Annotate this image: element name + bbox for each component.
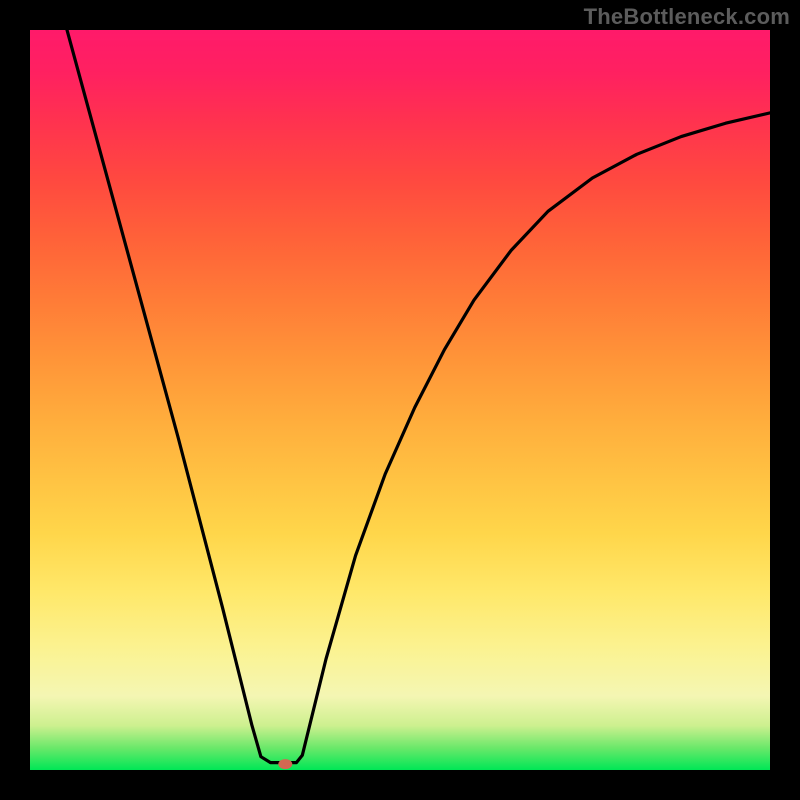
chart-frame: TheBottleneck.com <box>0 0 800 800</box>
watermark-text: TheBottleneck.com <box>584 4 790 30</box>
chart-background-gradient <box>30 30 770 770</box>
